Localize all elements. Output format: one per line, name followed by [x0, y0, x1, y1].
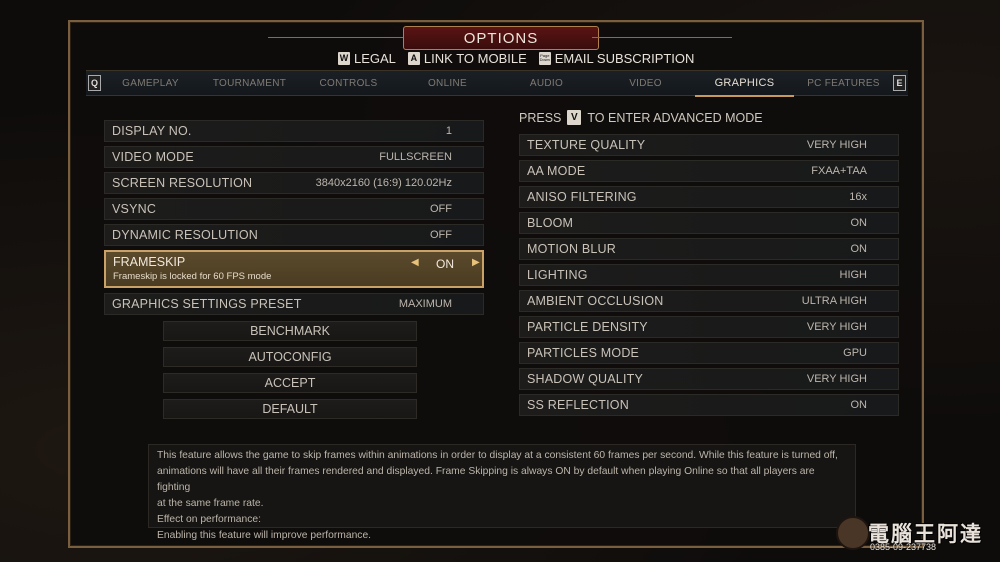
page-down-key-icon: Page Down — [538, 51, 551, 65]
setting-particle-density[interactable]: PARTICLE DENSITY VERY HIGH — [519, 316, 899, 338]
setting-value: OFF — [430, 203, 452, 215]
setting-video-mode[interactable]: VIDEO MODE FULLSCREEN — [104, 146, 484, 168]
q-key-icon[interactable]: Q — [88, 75, 101, 91]
link-to-mobile-link[interactable]: A LINK TO MOBILE — [407, 50, 527, 66]
accept-button[interactable]: ACCEPT — [163, 373, 417, 393]
setting-value: ON — [850, 399, 868, 411]
setting-label: ANISO FILTERING — [527, 190, 637, 204]
tab-tournament[interactable]: TOURNAMENT — [200, 78, 299, 89]
description-line: at the same frame rate. — [157, 498, 264, 509]
setting-label: PARTICLE DENSITY — [527, 320, 648, 334]
setting-label: DYNAMIC RESOLUTION — [112, 228, 258, 242]
setting-value: ULTRA HIGH — [801, 295, 867, 307]
setting-value: GPU — [843, 347, 867, 359]
frameskip-sublabel: Frameskip is locked for 60 FPS mode — [113, 271, 272, 282]
setting-lighting[interactable]: LIGHTING HIGH — [519, 264, 899, 286]
autoconfig-button[interactable]: AUTOCONFIG — [163, 347, 417, 367]
advanced-mode-hint: PRESS V TO ENTER ADVANCED MODE — [519, 110, 763, 125]
setting-screen-resolution[interactable]: SCREEN RESOLUTION 3840x2160 (16:9) 120.0… — [104, 172, 484, 194]
description-panel: This feature allows the game to skip fra… — [148, 444, 856, 541]
setting-graphics-preset[interactable]: GRAPHICS SETTINGS PRESET MAXIMUM — [104, 293, 484, 315]
setting-aa-mode[interactable]: AA MODE FXAA+TAA — [519, 160, 899, 182]
link-to-mobile-label: LINK TO MOBILE — [423, 50, 527, 66]
setting-value: 1 — [445, 125, 452, 137]
setting-motion-blur[interactable]: MOTION BLUR ON — [519, 238, 899, 260]
setting-particles-mode[interactable]: PARTICLES MODE GPU — [519, 342, 899, 364]
setting-label: SCREEN RESOLUTION — [112, 176, 253, 190]
sub-navigation: W LEGAL A LINK TO MOBILE Page Down EMAIL… — [338, 50, 700, 66]
setting-value: OFF — [430, 229, 452, 241]
setting-value: VERY HIGH — [806, 373, 867, 385]
setting-label: GRAPHICS SETTINGS PRESET — [112, 297, 302, 311]
tab-online[interactable]: ONLINE — [398, 78, 497, 89]
setting-value: HIGH — [839, 269, 868, 281]
setting-vsync[interactable]: VSYNC OFF — [104, 198, 484, 220]
arrow-left-icon[interactable]: ◀ — [411, 257, 419, 268]
setting-label: AMBIENT OCCLUSION — [527, 294, 664, 308]
setting-label: TEXTURE QUALITY — [527, 138, 646, 152]
arrow-right-icon[interactable]: ▶ — [472, 257, 480, 268]
tab-graphics[interactable]: GRAPHICS — [695, 77, 794, 97]
setting-label: SHADOW QUALITY — [527, 372, 644, 386]
w-key-icon: W — [338, 51, 350, 65]
setting-label: DISPLAY NO. — [112, 124, 192, 138]
setting-texture-quality[interactable]: TEXTURE QUALITY VERY HIGH — [519, 134, 899, 156]
legal-label: LEGAL — [354, 50, 396, 66]
title-divider-right — [592, 37, 732, 38]
setting-bloom[interactable]: BLOOM ON — [519, 212, 899, 234]
watermark-url: 0385-09-237738 — [870, 542, 937, 552]
setting-value: FULLSCREEN — [379, 151, 452, 163]
tab-video[interactable]: VIDEO — [596, 78, 695, 89]
description-line: Effect on performance: — [157, 514, 261, 525]
watermark: 電腦王阿達 0385-09-237738 — [836, 516, 986, 556]
description-line: Enabling this feature will improve perfo… — [157, 530, 372, 541]
page-title: OPTIONS — [403, 26, 599, 50]
advanced-press: PRESS — [519, 110, 562, 125]
description-line: animations will have all their frames re… — [157, 466, 815, 493]
setting-label: PARTICLES MODE — [527, 346, 640, 360]
setting-label: VIDEO MODE — [112, 150, 194, 164]
tab-audio[interactable]: AUDIO — [497, 78, 596, 89]
setting-value: ON — [850, 243, 868, 255]
setting-value: 16x — [849, 191, 867, 203]
email-subscription-link[interactable]: Page Down EMAIL SUBSCRIPTION — [538, 50, 695, 66]
setting-value: MAXIMUM — [398, 298, 452, 310]
tab-gameplay[interactable]: GAMEPLAY — [101, 78, 200, 89]
tab-bar: Q GAMEPLAY TOURNAMENT CONTROLS ONLINE AU… — [86, 70, 908, 97]
setting-shadow-quality[interactable]: SHADOW QUALITY VERY HIGH — [519, 368, 899, 390]
title-plate: OPTIONS — [268, 26, 732, 50]
setting-value: VERY HIGH — [806, 139, 867, 151]
frameskip-label: FRAMESKIP — [113, 255, 186, 269]
setting-label: MOTION BLUR — [527, 242, 617, 256]
a-key-icon: A — [407, 51, 420, 65]
tab-controls[interactable]: CONTROLS — [299, 78, 398, 89]
setting-value: FXAA+TAA — [811, 165, 867, 177]
legal-link[interactable]: W LEGAL — [338, 51, 396, 66]
setting-label: VSYNC — [112, 202, 157, 216]
tab-pc-features[interactable]: PC FEATURES — [794, 78, 893, 89]
setting-label: LIGHTING — [527, 268, 588, 282]
setting-display-no[interactable]: DISPLAY NO. 1 — [104, 120, 484, 142]
title-divider-left — [268, 37, 408, 38]
email-subscription-label: EMAIL SUBSCRIPTION — [554, 50, 695, 66]
v-key-icon: V — [567, 110, 582, 125]
watermark-face-icon — [836, 516, 870, 550]
setting-value: ON — [850, 217, 868, 229]
setting-label: AA MODE — [527, 164, 586, 178]
setting-label: SS REFLECTION — [527, 398, 629, 412]
advanced-text: TO ENTER ADVANCED MODE — [587, 110, 763, 125]
e-key-icon[interactable]: E — [893, 75, 906, 91]
setting-dynamic-resolution[interactable]: DYNAMIC RESOLUTION OFF — [104, 224, 484, 246]
setting-ambient-occlusion[interactable]: AMBIENT OCCLUSION ULTRA HIGH — [519, 290, 899, 312]
default-button[interactable]: DEFAULT — [163, 399, 417, 419]
frameskip-value: ON — [436, 257, 454, 271]
setting-ss-reflection[interactable]: SS REFLECTION ON — [519, 394, 899, 416]
benchmark-button[interactable]: BENCHMARK — [163, 321, 417, 341]
setting-value: 3840x2160 (16:9) 120.02Hz — [315, 177, 452, 189]
setting-value: VERY HIGH — [806, 321, 867, 333]
description-line: This feature allows the game to skip fra… — [157, 450, 838, 461]
setting-label: BLOOM — [527, 216, 574, 230]
setting-aniso-filtering[interactable]: ANISO FILTERING 16x — [519, 186, 899, 208]
setting-frameskip[interactable]: FRAMESKIP Frameskip is locked for 60 FPS… — [104, 250, 484, 288]
